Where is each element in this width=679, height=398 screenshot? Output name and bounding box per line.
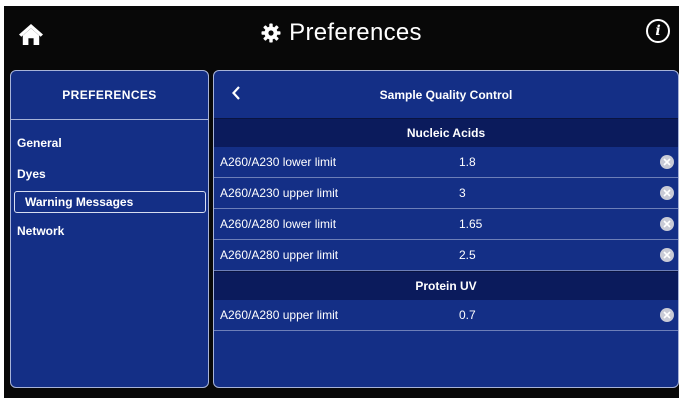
page-title: Preferences (289, 19, 422, 46)
chevron-left-icon (232, 86, 240, 100)
setting-label: A260/A230 upper limit (220, 186, 339, 200)
nav-item-dyes[interactable]: Dyes (11, 158, 208, 189)
section-header-nucleic-acids: Nucleic Acids (214, 118, 678, 147)
nav-panel-title: PREFERENCES (11, 71, 208, 120)
panel-header: Sample Quality Control (214, 71, 678, 118)
setting-value[interactable]: 0.7 (459, 308, 476, 322)
setting-row[interactable]: A260/A230 upper limit 3 (214, 178, 678, 209)
section-header-protein-uv: Protein UV (214, 271, 678, 300)
sample-quality-control-panel: Sample Quality Control Nucleic Acids A26… (213, 70, 679, 388)
setting-value[interactable]: 3 (459, 186, 466, 200)
setting-row[interactable]: A260/A280 upper limit 0.7 (214, 300, 678, 331)
clear-icon[interactable] (660, 186, 674, 200)
page-title-group: Preferences (4, 6, 679, 60)
nav-item-warning-messages[interactable]: Warning Messages (14, 191, 206, 213)
setting-row[interactable]: A260/A230 lower limit 1.8 (214, 147, 678, 178)
setting-value[interactable]: 1.65 (459, 217, 482, 231)
setting-label: A260/A280 upper limit (220, 308, 339, 322)
panel-title: Sample Quality Control (379, 87, 513, 102)
clear-icon[interactable] (660, 155, 674, 169)
setting-label: A260/A230 lower limit (220, 155, 337, 169)
top-bar: Preferences i (4, 6, 679, 64)
clear-icon[interactable] (660, 248, 674, 262)
app-screen: Preferences i PREFERENCES General Dyes W… (4, 6, 679, 398)
gear-icon (261, 23, 281, 43)
setting-row[interactable]: A260/A280 lower limit 1.65 (214, 209, 678, 240)
setting-value[interactable]: 1.8 (459, 155, 476, 169)
info-button[interactable]: i (646, 19, 670, 43)
back-button[interactable] (226, 83, 246, 103)
nav-item-network[interactable]: Network (11, 215, 208, 246)
setting-row[interactable]: A260/A280 upper limit 2.5 (214, 240, 678, 271)
clear-icon[interactable] (660, 217, 674, 231)
setting-label: A260/A280 lower limit (220, 217, 337, 231)
setting-label: A260/A280 upper limit (220, 248, 339, 262)
clear-icon[interactable] (660, 308, 674, 322)
info-icon: i (655, 23, 661, 39)
preferences-nav-panel: PREFERENCES General Dyes Warning Message… (10, 70, 209, 388)
nav-item-general[interactable]: General (11, 127, 208, 158)
setting-value[interactable]: 2.5 (459, 248, 476, 262)
